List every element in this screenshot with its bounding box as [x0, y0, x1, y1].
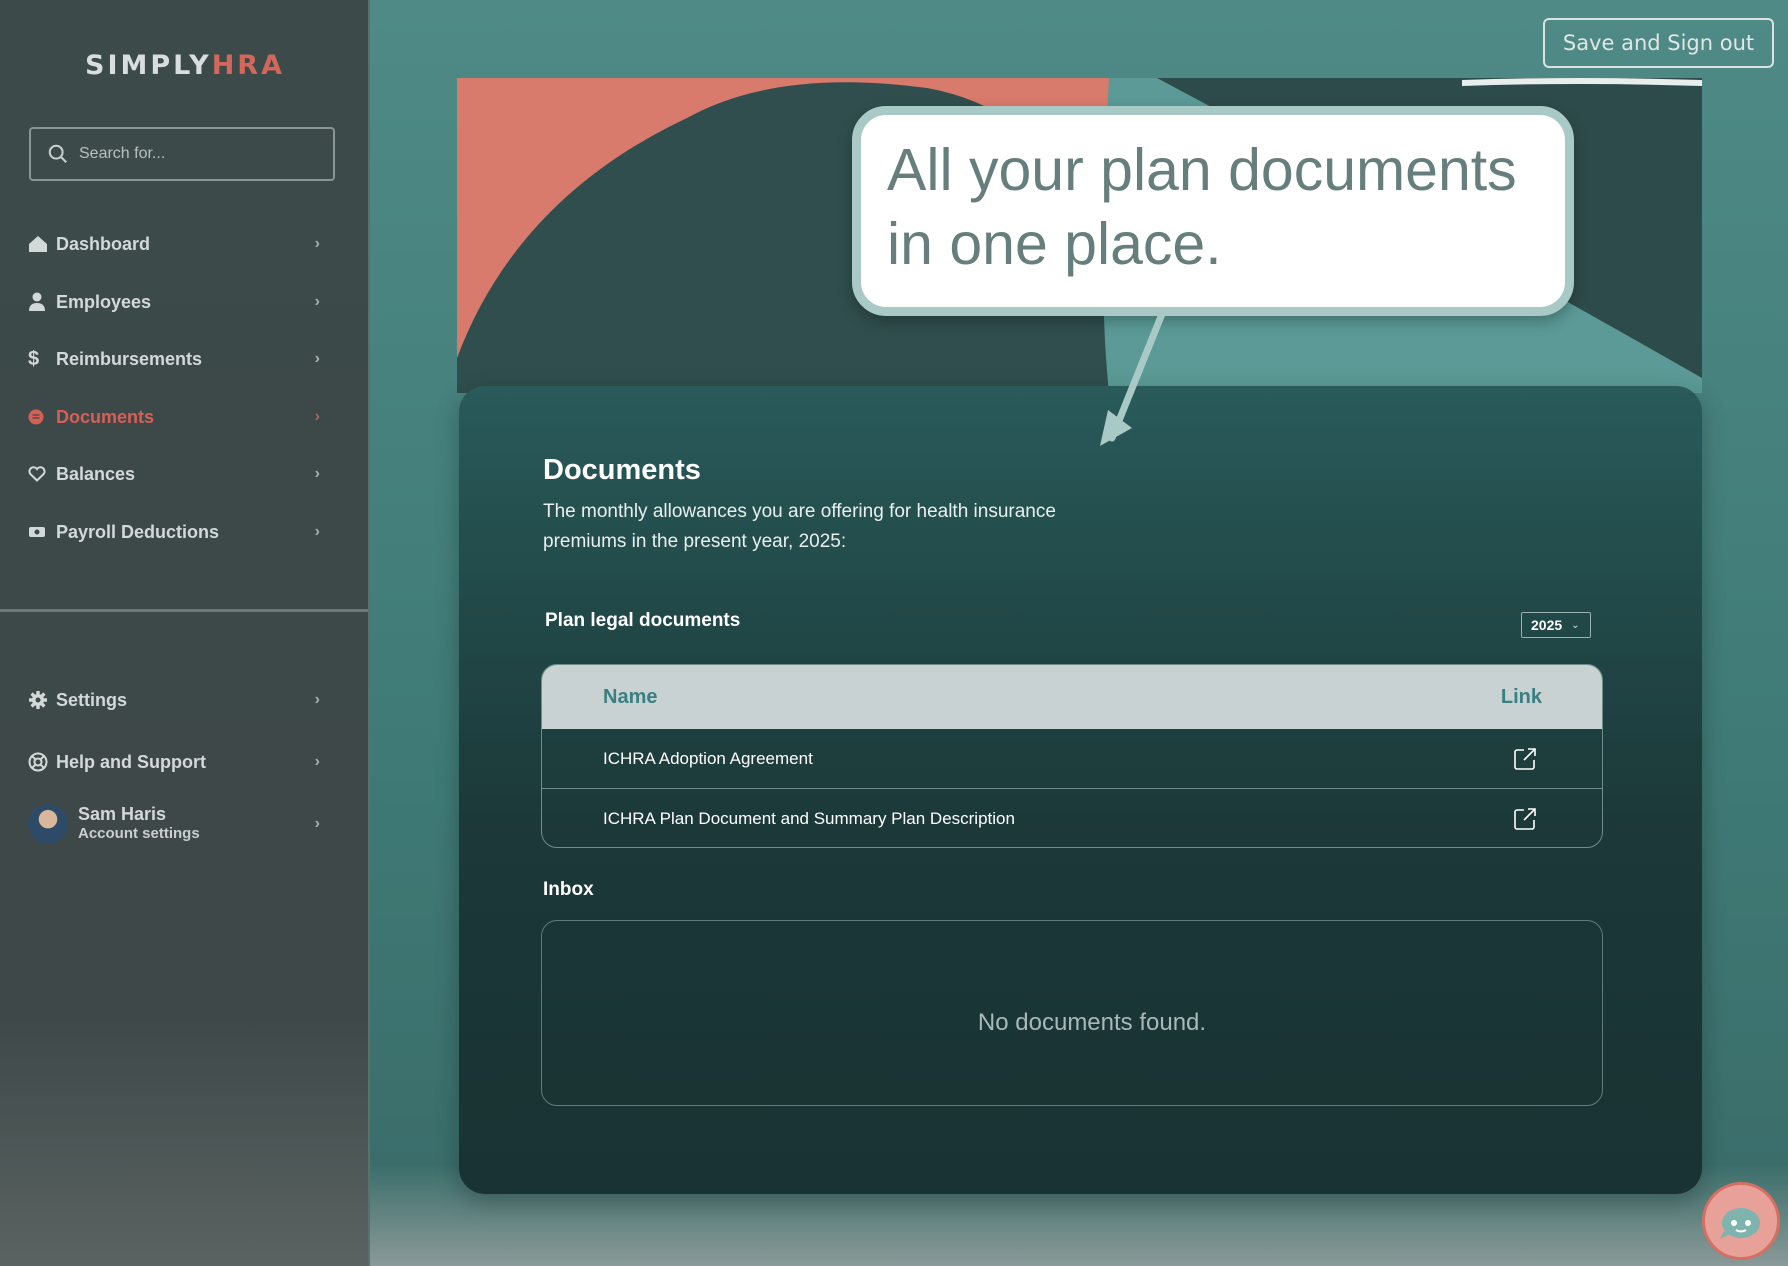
- user-name: Sam Haris: [78, 804, 167, 824]
- table-row: ICHRA Plan Document and Summary Plan Des…: [542, 789, 1602, 847]
- table-row: ICHRA Adoption Agreement: [542, 729, 1602, 789]
- sidebar-item-label: Documents: [56, 406, 155, 427]
- chevron-right-icon: ›: [314, 293, 320, 310]
- search-icon: [48, 144, 67, 163]
- page-description: The monthly allowances you are offering …: [543, 501, 1056, 552]
- chevron-right-icon: ›: [314, 523, 320, 540]
- account-text: Sam Haris Account settings: [78, 805, 315, 843]
- chevron-right-icon: ›: [314, 465, 320, 482]
- dollar-icon: $: [28, 347, 40, 370]
- year-select-value: 2025: [1531, 617, 1563, 633]
- year-select[interactable]: 2025 ⌄: [1521, 612, 1591, 638]
- chevron-right-icon: ›: [314, 350, 320, 367]
- sidebar-item-help-and-support[interactable]: Help and Support ›: [28, 742, 320, 782]
- table-header: Name Link: [542, 665, 1602, 729]
- document-name: ICHRA Adoption Agreement: [603, 748, 813, 768]
- account-settings-label: Account settings: [78, 825, 200, 842]
- sidebar-item-documents[interactable]: Documents ›: [28, 397, 320, 437]
- logo-text-hra: HRA: [211, 50, 285, 81]
- document-icon: [28, 409, 54, 425]
- sidebar-item-balances[interactable]: Balances ›: [28, 454, 320, 494]
- inbox-panel: No documents found.: [541, 920, 1603, 1106]
- chat-assistant-button[interactable]: [1702, 1182, 1780, 1260]
- external-link-icon[interactable]: [1512, 806, 1538, 832]
- documents-card: Documents The monthly allowances you are…: [459, 386, 1702, 1194]
- gear-icon: [28, 690, 54, 710]
- plan-documents-table: Name Link ICHRA Adoption Agreement ICHRA…: [541, 664, 1603, 848]
- avatar: [28, 804, 68, 844]
- inbox-heading: Inbox: [543, 879, 594, 900]
- page-title: Documents: [543, 454, 701, 486]
- search-input[interactable]: [79, 145, 319, 163]
- chevron-right-icon: ›: [314, 235, 320, 252]
- plan-legal-documents-heading: Plan legal documents: [545, 610, 741, 631]
- sidebar-item-dashboard[interactable]: Dashboard ›: [28, 224, 320, 264]
- callout-bubble: All your plan documents in one place.: [852, 106, 1574, 316]
- chatbot-icon: [1720, 1208, 1760, 1239]
- column-header-link: Link: [1500, 685, 1542, 708]
- chevron-right-icon: ›: [314, 815, 320, 832]
- external-link-icon[interactable]: [1512, 746, 1538, 772]
- sidebar: SIMPLYHRA Dashboard › Employees › $ Reim…: [0, 0, 370, 1266]
- heart-icon: [28, 466, 54, 482]
- person-icon: [28, 292, 54, 312]
- sidebar-item-label: Employees: [56, 291, 152, 312]
- sidebar-item-label: Settings: [56, 689, 128, 710]
- money-icon: [28, 525, 54, 539]
- chevron-right-icon: ›: [314, 691, 320, 708]
- callout-text: All your plan documents in one place.: [887, 137, 1517, 277]
- sidebar-item-label: Balances: [56, 463, 136, 484]
- sidebar-item-label: Dashboard: [56, 233, 151, 254]
- chevron-right-icon: ›: [314, 753, 320, 770]
- sidebar-item-settings[interactable]: Settings ›: [28, 680, 320, 720]
- chevron-right-icon: ›: [314, 408, 320, 425]
- sidebar-item-label: Reimbursements: [56, 348, 203, 369]
- sidebar-item-label: Payroll Deductions: [56, 521, 220, 542]
- save-and-sign-out-button[interactable]: Save and Sign out: [1543, 18, 1774, 68]
- document-name: ICHRA Plan Document and Summary Plan Des…: [603, 809, 1015, 828]
- search-box[interactable]: [29, 127, 335, 181]
- sidebar-divider: [0, 609, 368, 612]
- logo-text-simply: SIMPLY: [85, 50, 212, 81]
- callout-arrow-icon: [1100, 310, 1166, 446]
- logo[interactable]: SIMPLYHRA: [0, 50, 370, 81]
- sidebar-item-account[interactable]: Sam Haris Account settings ›: [28, 796, 320, 852]
- home-icon: [28, 235, 54, 253]
- lifebuoy-icon: [28, 752, 54, 772]
- column-header-name: Name: [603, 685, 658, 708]
- sidebar-item-employees[interactable]: Employees ›: [28, 282, 320, 322]
- sidebar-item-label: Help and Support: [56, 751, 206, 772]
- sidebar-item-payroll-deductions[interactable]: Payroll Deductions ›: [28, 512, 320, 552]
- chevron-down-icon: ⌄: [1571, 619, 1580, 631]
- sidebar-item-reimbursements[interactable]: $ Reimbursements ›: [28, 339, 320, 379]
- inbox-empty-message: No documents found.: [977, 1009, 1207, 1036]
